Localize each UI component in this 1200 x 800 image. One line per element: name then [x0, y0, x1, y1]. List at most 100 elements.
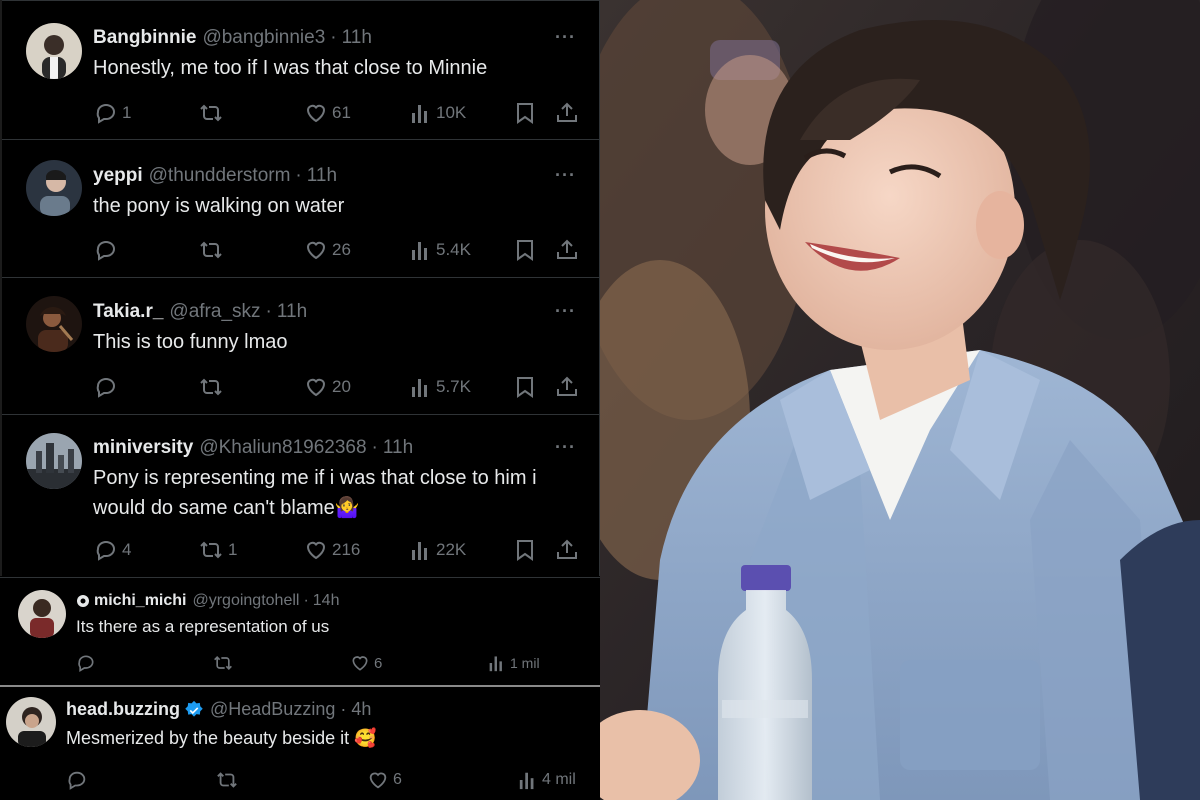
separator-dot: · — [340, 699, 347, 719]
user-handle[interactable]: @bangbinnie3 — [202, 27, 325, 49]
retweet-button[interactable] — [212, 653, 234, 673]
like-button[interactable]: 61 — [304, 101, 351, 125]
share-icon — [557, 539, 577, 559]
retweet-button[interactable] — [198, 101, 224, 125]
tweet-header: head.buzzing @HeadBuzzing · 4h — [66, 699, 371, 720]
like-button[interactable]: 26 — [304, 238, 351, 262]
retweet-icon — [200, 241, 222, 259]
reply-icon — [96, 378, 115, 398]
timestamp[interactable]: 14h — [313, 592, 340, 610]
views-button[interactable]: 1 mil — [488, 653, 540, 673]
reply-button[interactable] — [66, 769, 88, 791]
like-button[interactable]: 20 — [304, 375, 351, 399]
user-handle[interactable]: @HeadBuzzing — [210, 699, 335, 720]
verified-icon — [185, 700, 203, 717]
avatar[interactable] — [26, 296, 82, 352]
user-handle[interactable]: @thundderstorm — [149, 165, 291, 187]
shrug-emoji: 🤷‍♀️ — [334, 497, 360, 519]
reply-button[interactable]: 4 — [94, 538, 131, 562]
reply-tweet[interactable]: Takia.r_ @afra_skz · 11h ··· This is too… — [2, 278, 600, 415]
views-icon — [519, 772, 534, 790]
reply-icon — [68, 771, 86, 790]
reply-icon — [96, 541, 115, 561]
more-icon[interactable]: ··· — [555, 165, 576, 186]
bookmark-button[interactable] — [514, 238, 536, 262]
timestamp[interactable]: 11h — [277, 301, 307, 323]
like-icon — [369, 772, 387, 789]
share-icon — [557, 239, 577, 259]
bookmark-button[interactable] — [514, 538, 536, 562]
separator-dot: · — [371, 437, 378, 458]
reply-tweet[interactable]: miniversity @Khaliun81962368 · 11h ··· P… — [2, 415, 600, 576]
views-button[interactable]: 4 mil — [518, 769, 576, 791]
reply-tweet[interactable]: Bangbinnie @bangbinnie3 · 11h ··· Honest… — [2, 0, 600, 140]
retweet-button[interactable]: 1 — [198, 538, 237, 562]
timestamp[interactable]: 11h — [307, 165, 337, 187]
more-icon[interactable]: ··· — [555, 301, 576, 322]
view-count: 4 mil — [542, 771, 576, 788]
photo-panel — [600, 0, 1200, 800]
tweet-text: would do same can't blame — [93, 497, 335, 519]
reply-tweet[interactable]: yeppi @thundderstorm · 11h ··· the pony … — [2, 141, 600, 278]
avatar[interactable] — [6, 697, 56, 747]
user-handle[interactable]: @yrgoingtohell — [192, 592, 299, 610]
like-count: 26 — [332, 240, 351, 259]
retweet-button[interactable] — [198, 238, 224, 262]
reply-button[interactable] — [76, 653, 96, 673]
replies-panel-main: Bangbinnie @bangbinnie3 · 11h ··· Honest… — [0, 0, 600, 576]
views-button[interactable]: 5.7K — [410, 375, 471, 399]
share-button[interactable] — [555, 238, 579, 262]
like-button[interactable]: 6 — [367, 769, 402, 791]
circle-badge-icon — [77, 595, 89, 607]
like-count: 6 — [393, 771, 402, 788]
user-handle[interactable]: @Khaliun81962368 — [199, 437, 366, 459]
separator-dot: · — [303, 592, 309, 609]
like-button[interactable]: 216 — [304, 538, 360, 562]
timestamp[interactable]: 4h — [351, 699, 371, 720]
share-button[interactable] — [555, 538, 579, 562]
bookmark-icon — [517, 377, 533, 398]
like-button[interactable]: 6 — [350, 653, 382, 673]
like-count: 6 — [374, 654, 383, 672]
share-button[interactable] — [555, 101, 579, 125]
avatar[interactable] — [18, 590, 66, 638]
separator-dot: · — [265, 301, 272, 322]
avatar[interactable] — [26, 433, 82, 489]
timestamp[interactable]: 11h — [342, 27, 372, 49]
retweet-button[interactable] — [198, 375, 224, 399]
reply-button[interactable] — [94, 238, 122, 262]
reply-button[interactable]: 1 — [94, 101, 131, 125]
reply-tweet-michi[interactable]: michi_michi @yrgoingtohell · 14h Its the… — [0, 577, 600, 685]
tweet-header: miniversity @Khaliun81962368 · 11h — [93, 437, 413, 459]
action-bar: 4 1 216 22K — [2, 536, 600, 564]
display-name[interactable]: michi_michi — [94, 592, 186, 610]
display-name[interactable]: head.buzzing — [66, 699, 180, 720]
reply-button[interactable] — [94, 375, 122, 399]
bookmark-button[interactable] — [514, 375, 536, 399]
like-icon — [352, 656, 368, 671]
user-handle[interactable]: @afra_skz — [169, 301, 260, 323]
view-count: 10K — [436, 103, 467, 122]
avatar[interactable] — [26, 23, 82, 79]
display-name[interactable]: miniversity — [93, 437, 193, 459]
views-icon — [412, 379, 427, 397]
timestamp[interactable]: 11h — [383, 437, 413, 459]
display-name[interactable]: Bangbinnie — [93, 27, 196, 49]
retweet-icon — [200, 541, 222, 559]
avatar[interactable] — [26, 160, 82, 216]
reply-tweet-headbuzzing[interactable]: head.buzzing @HeadBuzzing · 4h Mesmerize… — [0, 685, 600, 800]
bookmark-button[interactable] — [514, 101, 536, 125]
more-icon[interactable]: ··· — [555, 437, 576, 458]
views-icon — [412, 242, 427, 260]
views-icon — [489, 656, 502, 672]
display-name[interactable]: Takia.r_ — [93, 301, 163, 323]
more-icon[interactable]: ··· — [555, 27, 576, 48]
views-button[interactable]: 10K — [410, 101, 466, 125]
retweet-button[interactable] — [215, 769, 239, 791]
like-count: 61 — [332, 103, 351, 122]
reply-icon — [78, 655, 94, 672]
views-button[interactable]: 22K — [410, 538, 466, 562]
display-name[interactable]: yeppi — [93, 165, 143, 187]
views-button[interactable]: 5.4K — [410, 238, 471, 262]
share-button[interactable] — [555, 375, 579, 399]
